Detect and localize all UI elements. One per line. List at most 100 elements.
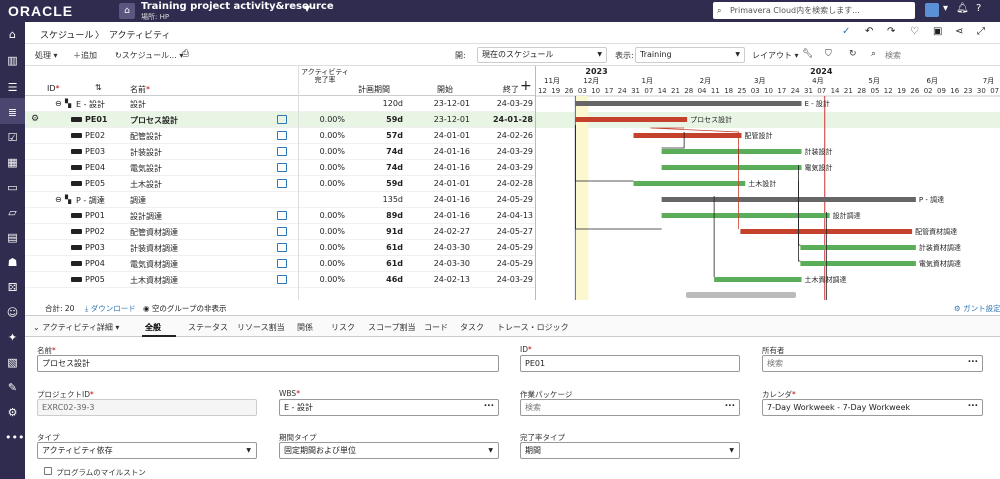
list-icon[interactable]: ☰: [5, 80, 20, 95]
layout-menu[interactable]: レイアウト ▾: [752, 50, 799, 61]
table-row[interactable]: PP03 計装資材調達 0.00% 61d 24-03-30 24-05-29: [25, 240, 535, 256]
table-row[interactable]: ⚙ PE01 プロセス設計 0.00% 59d 23-12-01 24-01-28: [25, 112, 535, 128]
col-header-pct[interactable]: アクティビティ完了率: [300, 68, 350, 84]
group-row[interactable]: ⊖ ▚ E - 設計 設計 120d 23-12-01 24-03-29: [25, 96, 535, 112]
more-icon[interactable]: ...: [968, 356, 978, 368]
tab-trace-logic[interactable]: トレース・ロジック: [497, 322, 569, 333]
comment-icon[interactable]: [277, 115, 287, 124]
gantt-settings-link[interactable]: ⚙ ガント設定: [954, 303, 1000, 314]
chevron-down-icon[interactable]: ▾: [943, 3, 948, 14]
tab-risks[interactable]: リスク: [331, 322, 355, 333]
detail-collapse[interactable]: ⌄ アクティビティ詳細 ▾: [33, 322, 119, 333]
comment-icon[interactable]: [277, 227, 287, 236]
expand-icon[interactable]: ⤢: [977, 26, 985, 37]
table-row[interactable]: PP04 電気資材調達 0.00% 61d 24-03-30 24-05-29: [25, 256, 535, 272]
undo-icon[interactable]: ↶: [865, 26, 873, 37]
pcttype-select[interactable]: 期間 ▼: [520, 442, 740, 459]
more-icon[interactable]: •••: [5, 430, 24, 445]
document-icon[interactable]: ▤: [5, 230, 20, 245]
collapse-icon[interactable]: ⊖: [55, 99, 62, 108]
help-icon[interactable]: ?: [976, 3, 981, 14]
col-header-start[interactable]: 開始: [437, 84, 453, 95]
oracle-logo[interactable]: ORACLE: [0, 0, 110, 22]
checklist-icon[interactable]: ☑: [5, 130, 20, 145]
home-icon[interactable]: ⌂: [5, 27, 20, 42]
print-icon[interactable]: ⎙: [182, 49, 189, 59]
comment-icon[interactable]: [277, 147, 287, 156]
puzzle-icon[interactable]: ✦: [5, 330, 20, 345]
schedule-icon[interactable]: ≣: [5, 105, 20, 120]
search-icon[interactable]: ⌕: [871, 49, 876, 59]
folder-icon[interactable]: ▱: [5, 205, 20, 220]
durtype-select[interactable]: 固定期間および単位 ▼: [279, 442, 499, 459]
workpkg-input[interactable]: 検索...: [520, 399, 740, 416]
filter-icon[interactable]: ⛉: [825, 49, 832, 59]
group-row[interactable]: ⊖ ▚ P - 調達 調達 135d 24-01-16 24-05-29: [25, 192, 535, 208]
download-link[interactable]: ⤓ ダウンロード: [85, 303, 136, 314]
global-search-input[interactable]: ⌕ Primavera Cloud内を検索します...: [713, 2, 915, 19]
more-icon[interactable]: ...: [725, 400, 735, 412]
tab-scope-assignments[interactable]: スコープ割当: [368, 322, 416, 333]
comment-icon[interactable]: [277, 243, 287, 252]
wrench-icon[interactable]: 🔧︎: [802, 49, 813, 59]
more-icon[interactable]: ...: [968, 400, 978, 412]
share-icon[interactable]: ⋖: [955, 26, 963, 37]
comment-icon[interactable]: [277, 259, 287, 268]
view-select[interactable]: Training ▼: [635, 47, 745, 63]
table-row[interactable]: PE04 電気設計 0.00% 74d 24-01-16 24-03-29: [25, 160, 535, 176]
more-icon[interactable]: ...: [484, 400, 494, 412]
check-icon[interactable]: ✓: [842, 26, 850, 37]
collapse-icon[interactable]: ⊖: [55, 195, 62, 204]
table-row[interactable]: PE05 土木設計 0.00% 59d 24-01-01 24-02-28: [25, 176, 535, 192]
edit-doc-icon[interactable]: ✎: [5, 380, 20, 395]
favorite-icon[interactable]: ♡: [910, 26, 919, 37]
redo-icon[interactable]: ↷: [887, 26, 895, 37]
contacts-icon[interactable]: ☗: [5, 255, 20, 270]
bell-icon[interactable]: 🔔︎: [956, 3, 969, 14]
add-button[interactable]: ＋追加: [73, 50, 97, 61]
refresh-icon[interactable]: ↻: [849, 49, 857, 59]
id-input[interactable]: PE01: [520, 355, 740, 372]
tab-codes[interactable]: コード: [424, 322, 448, 333]
open-schedule-select[interactable]: 現在のスケジュール ▼: [477, 47, 607, 63]
profile-card-icon[interactable]: ▣: [933, 26, 942, 37]
breadcrumb-schedule[interactable]: スケジュール: [40, 28, 93, 41]
col-header-planned[interactable]: 計画期間: [358, 84, 390, 95]
tab-status[interactable]: ステータス: [188, 322, 228, 333]
comment-icon[interactable]: [277, 179, 287, 188]
grid-search-input[interactable]: 検索: [885, 50, 901, 61]
name-input[interactable]: プロセス設計: [37, 355, 499, 372]
table-row[interactable]: PP05 土木資材調達 0.00% 46d 24-02-13 24-03-29: [25, 272, 535, 288]
gear-icon[interactable]: ⚙: [31, 114, 39, 124]
comment-icon[interactable]: [277, 163, 287, 172]
col-header-name[interactable]: 名前*: [130, 84, 150, 95]
calendar-input[interactable]: 7-Day Workweek - 7-Day Workweek...: [762, 399, 983, 416]
comment-icon[interactable]: [277, 275, 287, 284]
add-column-icon[interactable]: +: [520, 78, 532, 94]
sort-icon[interactable]: ⇅: [95, 83, 102, 92]
people-icon[interactable]: ☺: [5, 305, 20, 320]
table-row[interactable]: PE02 配管設計 0.00% 57d 24-01-01 24-02-26: [25, 128, 535, 144]
tab-general[interactable]: 全般: [145, 322, 161, 333]
tab-resource-assignments[interactable]: リソース割当: [237, 322, 285, 333]
type-select[interactable]: アクティビティ依存 ▼: [37, 442, 257, 459]
col-header-finish[interactable]: 終了: [503, 84, 519, 95]
building-icon[interactable]: ▥: [5, 53, 20, 68]
tab-relationships[interactable]: 関係: [297, 322, 313, 333]
report-icon[interactable]: ▧: [5, 355, 20, 370]
table-row[interactable]: PP02 配管資材調達 0.00% 91d 24-02-27 24-05-27: [25, 224, 535, 240]
schedule-button[interactable]: ↻スケジュール... ▾: [115, 50, 183, 61]
hide-empty-groups[interactable]: ◉ 空のグループの非表示: [143, 303, 227, 314]
settings-icon[interactable]: ⚙: [5, 405, 20, 420]
dice-icon[interactable]: ⚄: [5, 280, 20, 295]
wbs-input[interactable]: E - 設計...: [279, 399, 499, 416]
avatar[interactable]: [925, 3, 939, 17]
tab-tasks[interactable]: タスク: [460, 322, 484, 333]
actions-menu[interactable]: 処理 ▾: [35, 50, 58, 61]
comment-icon[interactable]: [277, 131, 287, 140]
calendar-icon[interactable]: ▦: [5, 155, 20, 170]
col-header-id[interactable]: ID*: [47, 84, 60, 93]
project-dropdown-icon[interactable]: ▼: [304, 4, 310, 13]
owner-input[interactable]: 検索...: [762, 355, 983, 372]
table-row[interactable]: PE03 計装設計 0.00% 74d 24-01-16 24-03-29: [25, 144, 535, 160]
